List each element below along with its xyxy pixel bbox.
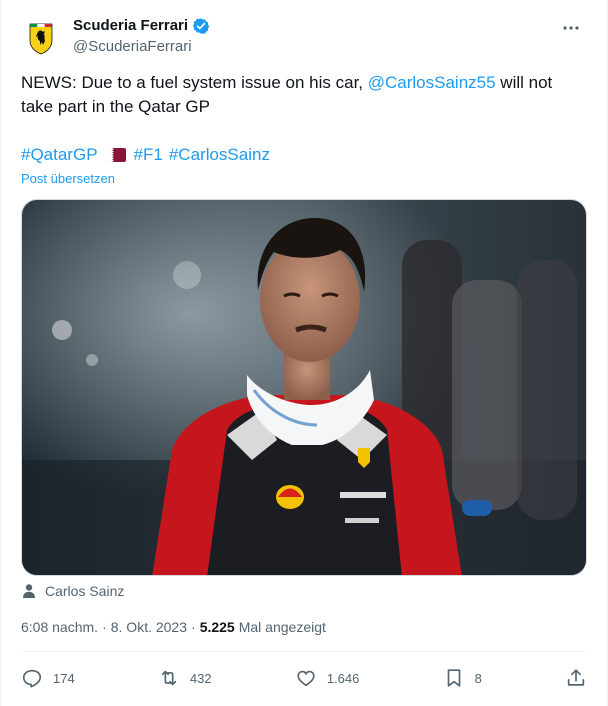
- bookmark-button[interactable]: 8: [443, 667, 482, 689]
- views-label: Mal angezeigt: [238, 619, 326, 635]
- post-date[interactable]: 8. Okt. 2023: [111, 617, 187, 637]
- photo-tag[interactable]: Carlos Sainz: [21, 581, 124, 601]
- tweet-card: Scuderia Ferrari @ScuderiaFerrari NEWS: …: [0, 0, 608, 706]
- meta-separator: ·: [191, 619, 196, 635]
- tweet-meta: 6:08 nachm. · 8. Okt. 2023 · 5.225 Mal a…: [21, 617, 326, 637]
- photo-tag-name[interactable]: Carlos Sainz: [45, 581, 124, 601]
- like-button[interactable]: 1.646: [295, 667, 360, 689]
- share-icon: [567, 669, 585, 686]
- display-name-row[interactable]: Scuderia Ferrari: [73, 16, 210, 36]
- hashtags-row: #QatarGP #F1 #CarlosSainz: [21, 143, 270, 167]
- mention-link[interactable]: @CarlosSainz55: [368, 73, 496, 92]
- repost-icon: [161, 670, 177, 686]
- bookmark-icon: [447, 669, 460, 687]
- hashtag-qatargp[interactable]: #QatarGP: [21, 143, 98, 167]
- author-names: Scuderia Ferrari @ScuderiaFerrari: [73, 16, 210, 57]
- tweet-text: NEWS: Due to a fuel system issue on his …: [21, 71, 581, 119]
- reply-button[interactable]: 174: [21, 667, 75, 689]
- person-icon: [23, 584, 35, 598]
- reply-icon: [22, 669, 42, 688]
- more-options-icon[interactable]: [555, 14, 587, 42]
- reply-count: 174: [53, 670, 75, 686]
- translate-post-link[interactable]: Post übersetzen: [21, 170, 115, 188]
- repost-button[interactable]: 432: [158, 667, 212, 689]
- tweet-text-before: NEWS: Due to a fuel system issue on his …: [21, 73, 368, 92]
- meta-separator: ·: [102, 619, 107, 635]
- qatar-flag-icon: [105, 148, 126, 162]
- bookmark-count: 8: [474, 670, 482, 686]
- ferrari-shield-icon: [29, 23, 53, 55]
- divider: [21, 651, 587, 652]
- ellipsis-icon: [563, 26, 579, 30]
- driver-photo-illustration: [22, 200, 586, 575]
- views-count: 5.225: [199, 619, 235, 635]
- heart-icon: [297, 670, 315, 687]
- verified-badge-icon[interactable]: [192, 17, 210, 35]
- post-time[interactable]: 6:08 nachm.: [21, 617, 98, 637]
- display-name[interactable]: Scuderia Ferrari: [73, 16, 188, 36]
- share-button[interactable]: [565, 667, 587, 689]
- hashtag-f1[interactable]: #F1: [134, 143, 163, 167]
- tweet-photo[interactable]: [21, 199, 587, 576]
- avatar[interactable]: [21, 18, 61, 58]
- repost-count: 432: [189, 670, 212, 686]
- action-bar: 174 432 1.646 8: [21, 660, 587, 696]
- like-count: 1.646: [326, 670, 360, 686]
- author-handle[interactable]: @ScuderiaFerrari: [73, 37, 210, 57]
- tweet-header: Scuderia Ferrari @ScuderiaFerrari: [21, 14, 587, 62]
- hashtag-carlossainz[interactable]: #CarlosSainz: [169, 143, 270, 167]
